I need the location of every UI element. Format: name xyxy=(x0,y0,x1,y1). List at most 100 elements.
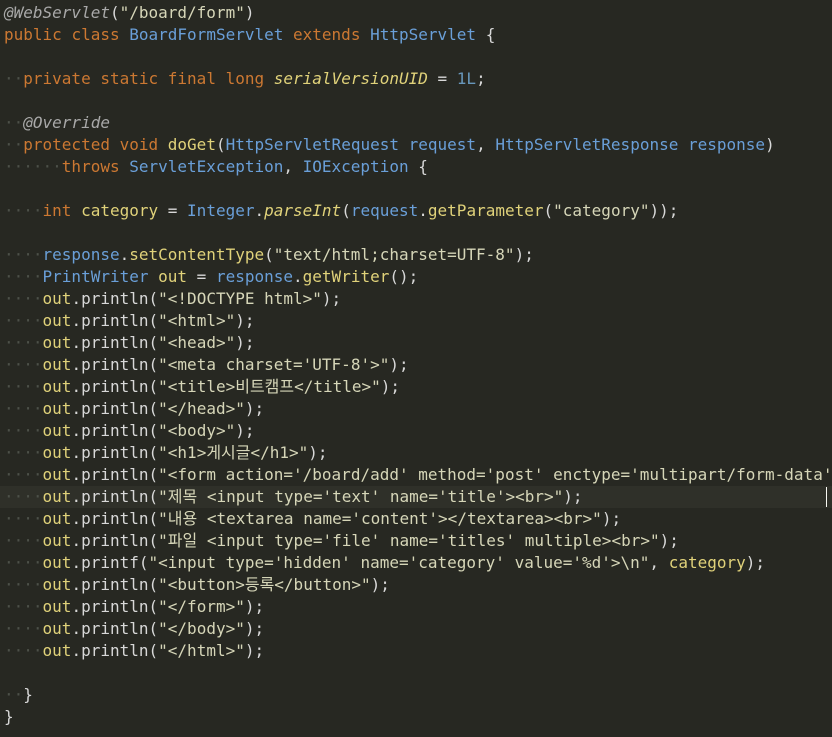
code-token: request xyxy=(408,135,477,154)
code-token: request xyxy=(350,201,419,220)
code-token: ······ xyxy=(4,157,62,176)
code-token: ( xyxy=(148,619,159,638)
code-token: IOException xyxy=(302,157,409,176)
code-token: ···· xyxy=(4,443,43,462)
code-token: out xyxy=(42,355,72,374)
code-line[interactable]: ····out.println("<meta charset='UTF-8'>"… xyxy=(0,354,832,376)
code-line[interactable]: ····out.println("<title>비트캠프</title>"); xyxy=(0,376,832,398)
code-token: ); xyxy=(235,421,255,440)
code-token: . xyxy=(71,575,82,594)
code-line[interactable]: ····out.println("<h1>게시글</h1>"); xyxy=(0,442,832,464)
code-token: ); xyxy=(235,333,255,352)
code-token: ·· xyxy=(4,685,24,704)
code-line[interactable]: ····out.println("<!DOCTYPE html>"); xyxy=(0,288,832,310)
code-token: . xyxy=(71,509,82,528)
code-line[interactable]: ····out.println("<form action='/board/ad… xyxy=(0,464,832,486)
code-line[interactable]: ····out.println("</head>"); xyxy=(0,398,832,420)
code-token: getWriter xyxy=(302,267,390,286)
code-token: ( xyxy=(148,575,159,594)
code-line[interactable]: } xyxy=(0,706,832,728)
code-token: parseInt xyxy=(264,201,342,220)
code-token: "</form>" xyxy=(158,597,245,616)
code-token: )); xyxy=(649,201,679,220)
code-line[interactable]: ····out.println("</html>"); xyxy=(0,640,832,662)
code-line[interactable]: ····out.println("제목 <input type='text' n… xyxy=(0,486,832,508)
code-token: ServletException xyxy=(129,157,284,176)
code-token: ···· xyxy=(4,575,43,594)
code-line[interactable]: ··protected void doGet(HttpServletReques… xyxy=(0,134,832,156)
code-token: ···· xyxy=(4,509,43,528)
code-token: ); xyxy=(244,597,265,616)
code-token: long xyxy=(225,69,265,88)
code-token: doGet xyxy=(167,135,216,154)
code-token: . xyxy=(71,553,82,572)
code-token: println xyxy=(81,597,149,616)
code-token: 1L xyxy=(456,69,477,88)
code-token: ···· xyxy=(4,377,43,396)
code-token: "</body>" xyxy=(158,619,245,638)
code-token: . xyxy=(71,487,82,506)
code-token: . xyxy=(254,201,265,220)
code-line[interactable] xyxy=(0,90,832,112)
code-line[interactable]: ··} xyxy=(0,684,832,706)
code-token: ·· xyxy=(4,69,24,88)
code-token: ) xyxy=(765,135,775,154)
code-token: println xyxy=(81,377,149,396)
code-token: ); xyxy=(563,487,583,506)
code-line[interactable]: ····out.println("</form>"); xyxy=(0,596,832,618)
code-token: ); xyxy=(244,399,265,418)
code-token: "파일 <input type='file' name='titles' mul… xyxy=(158,531,660,550)
code-line[interactable]: ··@Override xyxy=(0,112,832,134)
code-line[interactable]: ····int category = Integer.parseInt(requ… xyxy=(0,200,832,222)
code-token: class xyxy=(71,25,120,44)
code-token: "내용 <textarea name='content'></textarea>… xyxy=(158,509,602,528)
code-line[interactable]: ····out.println("</body>"); xyxy=(0,618,832,640)
code-token: HttpServletRequest xyxy=(225,135,399,154)
code-line[interactable] xyxy=(0,46,832,68)
code-token: ( xyxy=(148,465,159,484)
code-token: ···· xyxy=(4,641,43,660)
code-token: println xyxy=(81,487,149,506)
code-token: ( xyxy=(148,399,159,418)
code-token: out xyxy=(42,399,72,418)
code-token: HttpServletResponse xyxy=(495,135,679,154)
code-line[interactable]: @WebServlet("/board/form") xyxy=(0,2,832,24)
code-token: static xyxy=(100,69,159,88)
code-line[interactable] xyxy=(0,178,832,200)
code-line[interactable] xyxy=(0,662,832,684)
code-line[interactable]: ····out.println("<button>등록</button>"); xyxy=(0,574,832,596)
code-line[interactable]: ····out.println("파일 <input type='file' n… xyxy=(0,530,832,552)
code-line[interactable]: ····PrintWriter out = response.getWriter… xyxy=(0,266,832,288)
code-token: . xyxy=(71,289,82,308)
code-line[interactable]: ····out.println("<body>"); xyxy=(0,420,832,442)
code-token: ·· xyxy=(4,113,24,132)
code-line[interactable]: ····out.println("<head>"); xyxy=(0,332,832,354)
code-line[interactable]: ····out.println("내용 <textarea name='cont… xyxy=(0,508,832,530)
code-token: ( xyxy=(148,641,159,660)
code-line[interactable]: ····out.println("<html>"); xyxy=(0,310,832,332)
code-line[interactable]: ··private static final long serialVersio… xyxy=(0,68,832,90)
code-token: out xyxy=(42,487,72,506)
code-line[interactable]: ····out.printf("<input type='hidden' nam… xyxy=(0,552,832,574)
code-token: ···· xyxy=(4,289,43,308)
code-token: ); xyxy=(659,531,679,550)
code-line[interactable]: ····response.setContentType("text/html;c… xyxy=(0,244,832,266)
code-token: out xyxy=(42,531,72,550)
code-token: println xyxy=(81,619,149,638)
code-token: "<html>" xyxy=(158,311,236,330)
code-token: HttpServlet xyxy=(370,25,477,44)
code-token: int xyxy=(42,201,72,220)
code-token: ( xyxy=(148,355,159,374)
code-token: @WebServlet xyxy=(4,3,110,22)
code-line[interactable]: ······throws ServletException, IOExcepti… xyxy=(0,156,832,178)
code-editor[interactable]: @WebServlet("/board/form") public class B… xyxy=(0,0,832,737)
code-line[interactable] xyxy=(0,222,832,244)
code-token: println xyxy=(81,509,149,528)
code-line[interactable]: public class BoardFormServlet extends Ht… xyxy=(0,24,832,46)
